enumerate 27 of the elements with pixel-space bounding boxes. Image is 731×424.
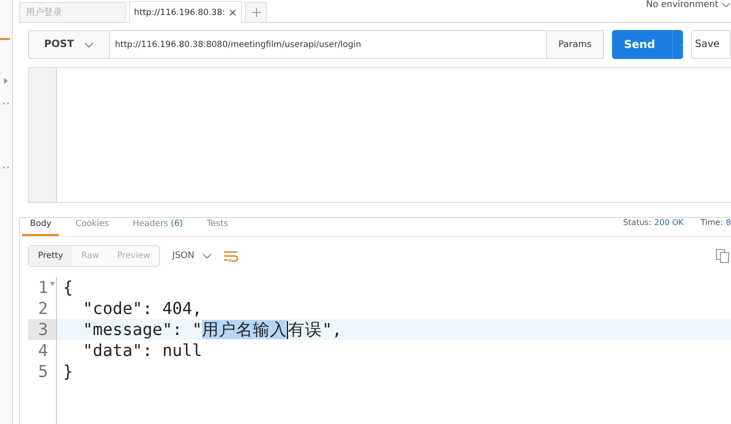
close-icon[interactable]: × (228, 7, 238, 18)
response-tab[interactable]: Headers (6) (124, 219, 191, 236)
code-line: "message": "用户名输入有误", (82, 318, 342, 340)
method-dropdown[interactable]: POST (28, 30, 110, 59)
response-tab[interactable]: Cookies (67, 219, 117, 236)
line-number: 1 (38, 278, 48, 297)
response-tab[interactable]: Tests (198, 219, 236, 236)
line-number: 3 (38, 320, 48, 339)
line-number: 4 (38, 341, 48, 360)
url-field[interactable]: http://116.196.80.38:8080/meetingfilm/userapi/user/login (110, 30, 547, 59)
time-value: 8 (726, 218, 731, 227)
save-button[interactable]: Save (691, 30, 731, 59)
params-button[interactable]: Params (547, 30, 604, 59)
time-label: Time: (700, 218, 723, 227)
request-tab[interactable]: http://116.196.80.38: × (129, 1, 242, 23)
code-line: } (63, 362, 73, 381)
code-line: "data": null (82, 341, 202, 360)
line-number: 2 (38, 299, 48, 318)
status-value: 200 OK (654, 218, 684, 227)
view-tab[interactable]: Pretty (29, 246, 72, 266)
code-line: { (63, 278, 73, 297)
code-line: "code": 404, (82, 299, 202, 318)
send-button[interactable]: Send (612, 30, 683, 59)
line-number: 5 (38, 362, 48, 381)
environment-selector[interactable]: No environment (646, 0, 718, 10)
status-label: Status: (623, 218, 652, 227)
response-tab[interactable]: Body (22, 219, 60, 236)
